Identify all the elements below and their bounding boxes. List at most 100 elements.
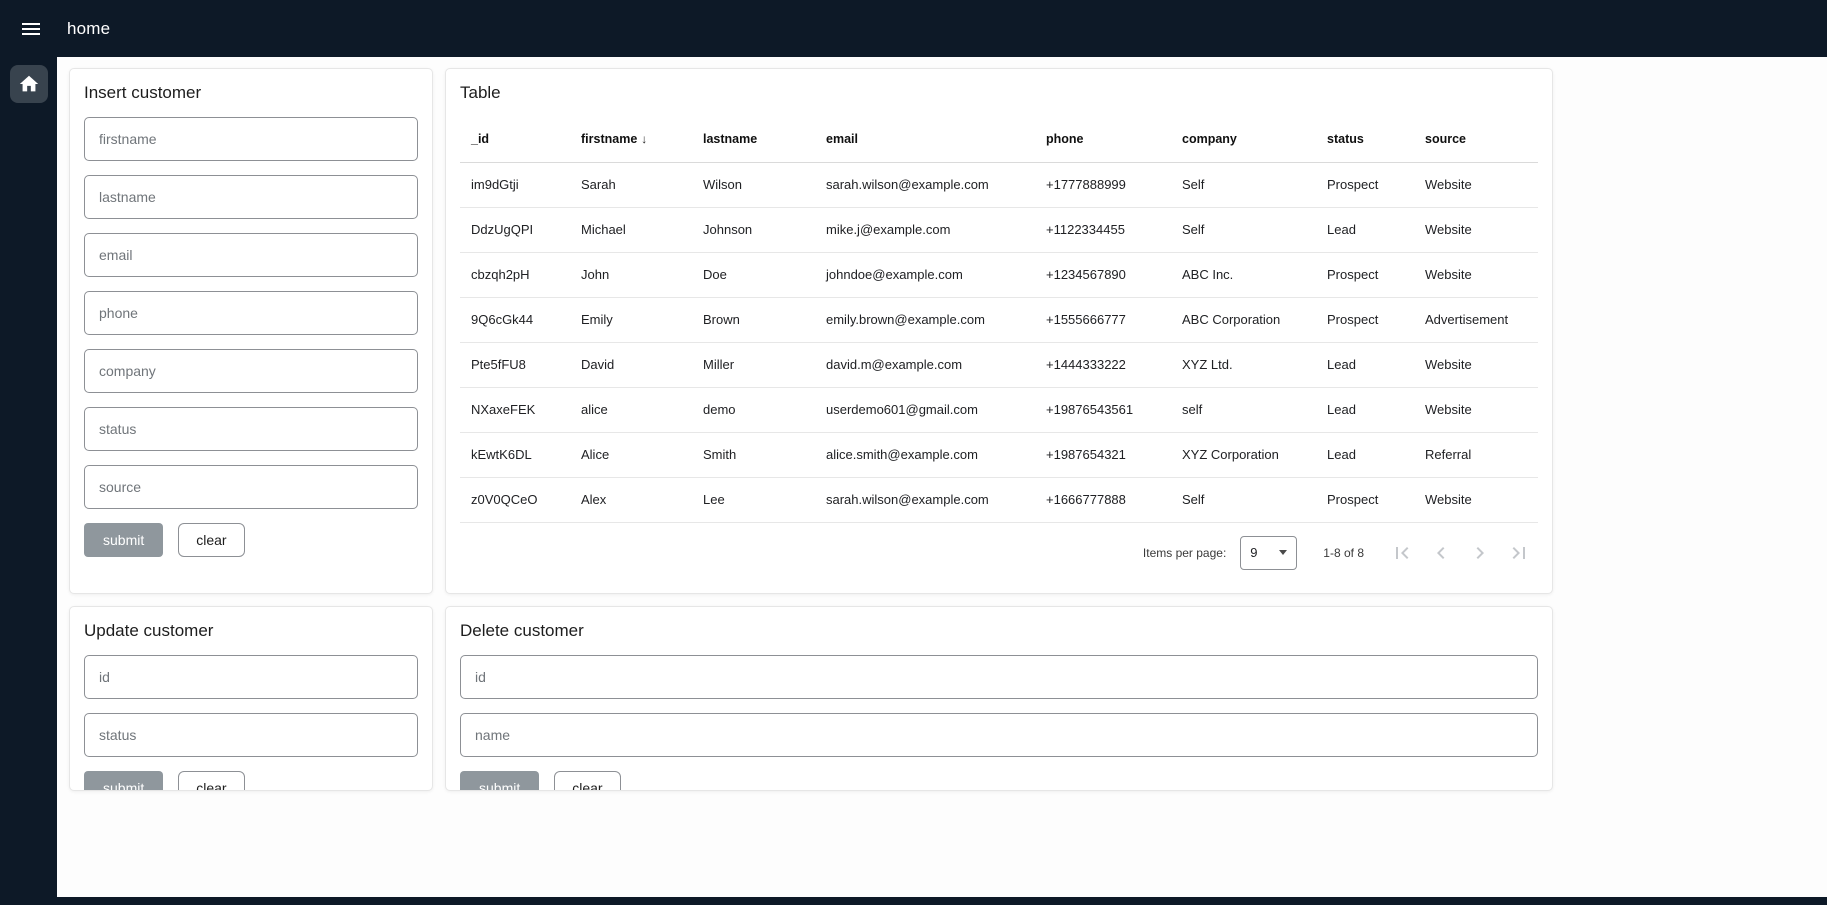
- cell-phone: +1777888999: [1035, 162, 1171, 207]
- cell-status: Prospect: [1316, 162, 1414, 207]
- cell-status: Lead: [1316, 387, 1414, 432]
- app-screen: home Insert customer: [0, 0, 1827, 905]
- page-size-select[interactable]: 9: [1240, 536, 1297, 570]
- cell-id: Pte5fFU8: [460, 342, 570, 387]
- company-input[interactable]: [84, 349, 418, 393]
- cell-id: im9dGtji: [460, 162, 570, 207]
- update-id-input[interactable]: [84, 655, 418, 699]
- cell-firstname: Michael: [570, 207, 692, 252]
- cell-id: z0V0QCeO: [460, 477, 570, 522]
- last-page-button[interactable]: [1499, 533, 1538, 572]
- delete-clear-button[interactable]: clear: [554, 771, 620, 791]
- column-header-phone-label: phone: [1046, 132, 1084, 146]
- source-input[interactable]: [84, 465, 418, 509]
- cell-firstname: David: [570, 342, 692, 387]
- menu-button[interactable]: [16, 14, 46, 44]
- delete-submit-button[interactable]: submit: [460, 771, 539, 791]
- column-header-firstname[interactable]: firstname↓: [570, 117, 692, 162]
- chevron-right-icon: [1468, 541, 1492, 565]
- items-per-page-label: Items per page:: [1143, 546, 1226, 560]
- cell-phone: +1987654321: [1035, 432, 1171, 477]
- table-row: im9dGtji Sarah Wilson sarah.wilson@examp…: [460, 162, 1538, 207]
- first-page-button[interactable]: [1382, 533, 1421, 572]
- update-clear-button[interactable]: clear: [178, 771, 244, 791]
- cell-phone: +1666777888: [1035, 477, 1171, 522]
- cell-company: Self: [1171, 477, 1316, 522]
- paginator-range-label: 1-8 of 8: [1323, 546, 1364, 560]
- cell-company: self: [1171, 387, 1316, 432]
- cell-lastname: Johnson: [692, 207, 815, 252]
- top-navbar: home: [0, 0, 1827, 57]
- lastname-input[interactable]: [84, 175, 418, 219]
- cell-firstname: Alex: [570, 477, 692, 522]
- cell-id: DdzUgQPI: [460, 207, 570, 252]
- email-input[interactable]: [84, 233, 418, 277]
- cell-company: ABC Corporation: [1171, 297, 1316, 342]
- cell-status: Lead: [1316, 207, 1414, 252]
- last-page-icon: [1507, 541, 1531, 565]
- insert-submit-button[interactable]: submit: [84, 523, 163, 557]
- update-submit-button[interactable]: submit: [84, 771, 163, 791]
- cell-source: Website: [1414, 477, 1538, 522]
- table-row: 9Q6cGk44 Emily Brown emily.brown@example…: [460, 297, 1538, 342]
- insert-clear-button[interactable]: clear: [178, 523, 244, 557]
- column-header-id[interactable]: _id: [460, 117, 570, 162]
- table-row: cbzqh2pH John Doe johndoe@example.com +1…: [460, 252, 1538, 297]
- first-page-icon: [1390, 541, 1414, 565]
- next-page-button[interactable]: [1460, 533, 1499, 572]
- cell-status: Prospect: [1316, 297, 1414, 342]
- cell-id: kEwtK6DL: [460, 432, 570, 477]
- column-header-status[interactable]: status: [1316, 117, 1414, 162]
- cell-firstname: Alice: [570, 432, 692, 477]
- status-input[interactable]: [84, 407, 418, 451]
- column-header-email[interactable]: email: [815, 117, 1035, 162]
- phone-input[interactable]: [84, 291, 418, 335]
- cell-company: XYZ Corporation: [1171, 432, 1316, 477]
- cell-id: cbzqh2pH: [460, 252, 570, 297]
- hamburger-menu-icon: [19, 17, 43, 41]
- table-card-title: Table: [460, 83, 1538, 103]
- cell-email: mike.j@example.com: [815, 207, 1035, 252]
- cell-company: Self: [1171, 207, 1316, 252]
- delete-name-input[interactable]: [460, 713, 1538, 757]
- cell-email: sarah.wilson@example.com: [815, 162, 1035, 207]
- firstname-input[interactable]: [84, 117, 418, 161]
- cell-lastname: Lee: [692, 477, 815, 522]
- sidebar-home-button[interactable]: [10, 65, 48, 103]
- column-header-phone[interactable]: phone: [1035, 117, 1171, 162]
- delete-id-input[interactable]: [460, 655, 1538, 699]
- table-card: Table _id firstname↓ lastname email: [445, 68, 1553, 594]
- dropdown-caret-icon: [1279, 550, 1287, 555]
- cell-status: Prospect: [1316, 477, 1414, 522]
- delete-customer-card: Delete customer submit clear: [445, 606, 1553, 791]
- table-paginator: Items per page: 9 1-8 of 8: [460, 523, 1538, 579]
- cell-lastname: Brown: [692, 297, 815, 342]
- cell-status: Lead: [1316, 432, 1414, 477]
- cell-lastname: Miller: [692, 342, 815, 387]
- insert-card-title: Insert customer: [84, 83, 418, 103]
- cell-lastname: demo: [692, 387, 815, 432]
- previous-page-button[interactable]: [1421, 533, 1460, 572]
- table-row: NXaxeFEK alice demo userdemo601@gmail.co…: [460, 387, 1538, 432]
- update-card-title: Update customer: [84, 621, 418, 641]
- cell-phone: +1122334455: [1035, 207, 1171, 252]
- column-header-id-label: _id: [471, 132, 489, 146]
- column-header-lastname[interactable]: lastname: [692, 117, 815, 162]
- cell-firstname: John: [570, 252, 692, 297]
- sort-desc-icon: ↓: [641, 132, 647, 146]
- table-row: Pte5fFU8 David Miller david.m@example.co…: [460, 342, 1538, 387]
- cell-email: david.m@example.com: [815, 342, 1035, 387]
- table-header-row: _id firstname↓ lastname email phone comp…: [460, 117, 1538, 162]
- cell-email: alice.smith@example.com: [815, 432, 1035, 477]
- cell-source: Website: [1414, 387, 1538, 432]
- table-row: kEwtK6DL Alice Smith alice.smith@example…: [460, 432, 1538, 477]
- home-icon: [18, 73, 40, 95]
- column-header-source[interactable]: source: [1414, 117, 1538, 162]
- cell-source: Referral: [1414, 432, 1538, 477]
- column-header-company[interactable]: company: [1171, 117, 1316, 162]
- update-status-input[interactable]: [84, 713, 418, 757]
- cell-phone: +1444333222: [1035, 342, 1171, 387]
- update-customer-card: Update customer submit clear: [69, 606, 433, 791]
- cell-source: Website: [1414, 207, 1538, 252]
- cell-phone: +1555666777: [1035, 297, 1171, 342]
